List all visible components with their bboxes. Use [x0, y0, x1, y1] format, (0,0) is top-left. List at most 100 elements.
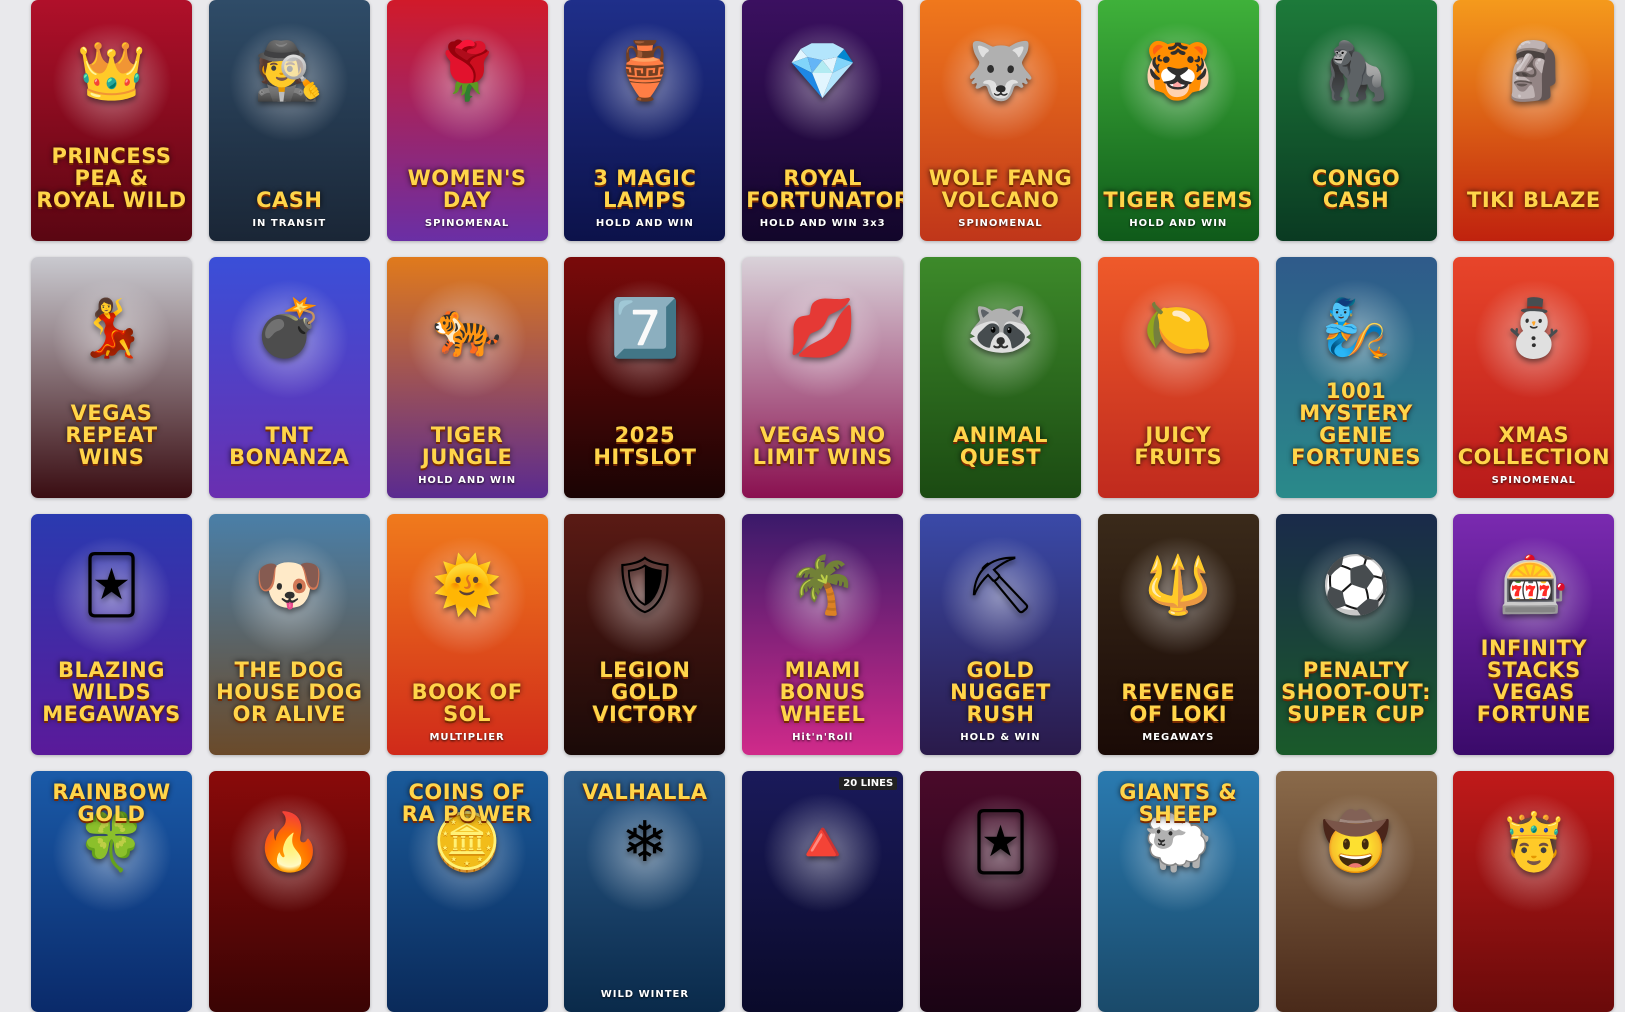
- shield-icon: 🛡: [609, 553, 681, 619]
- game-tile[interactable]: 🕵 CASH IN TRANSIT: [208, 0, 370, 241]
- game-subtitle: MULTIPLIER: [429, 732, 505, 743]
- gorilla-icon: 🦍: [1321, 39, 1391, 105]
- game-tile[interactable]: 🐯 TIGER GEMS HOLD AND WIN: [1097, 0, 1259, 241]
- game-grid: 👑 PRINCESS PEA & ROYAL WILD 🕵 CASH IN TRANSI…: [31, 0, 1615, 1012]
- palm-icon: 🌴: [787, 553, 858, 619]
- game-title: 2025 HITSLOT: [593, 422, 697, 469]
- game-tile[interactable]: 🤠: [1275, 771, 1437, 1012]
- game-title: Juicy Fruits: [1134, 422, 1223, 469]
- game-tile[interactable]: 7️⃣ 2025 HITSLOT: [564, 257, 726, 498]
- wolf-icon: 🐺: [965, 39, 1036, 105]
- game-tile[interactable]: 🃏 BLAZING WILDS MEGAWAYS: [31, 514, 192, 755]
- game-tile[interactable]: 💣 TNT BONANZA: [208, 257, 370, 498]
- game-tile[interactable]: 🤴: [1453, 771, 1615, 1012]
- detective-icon: 🕵: [254, 39, 325, 105]
- game-tile[interactable]: 🍀 Rainbow Gold: [31, 771, 192, 1012]
- game-tile[interactable]: 🃏: [919, 771, 1081, 1012]
- game-title: BLAZING WILDS MEGAWAYS: [42, 657, 181, 726]
- game-subtitle: SPINOMENAL: [958, 218, 1043, 229]
- diamond-icon: 💎: [787, 39, 858, 105]
- game-tile[interactable]: 🌞 BOOK OF SOL MULTIPLIER: [386, 514, 548, 755]
- game-title: WOMEN'S DAY: [407, 165, 527, 212]
- game-tile[interactable]: 🐑 Giants & Sheep: [1097, 771, 1259, 1012]
- game-tile[interactable]: 💎 ROYAL FORTUNATOR HOLD AND WIN 3x3: [742, 0, 904, 241]
- game-subtitle: SPINOMENAL: [424, 218, 510, 229]
- game-tile[interactable]: ⛏ Gold Nugget Rush HOLD & WIN: [919, 514, 1081, 755]
- jester-icon: 🃏: [82, 553, 141, 619]
- game-tile[interactable]: 🛡 LEGION GOLD VICTORY: [564, 514, 726, 755]
- game-title: TNT BONANZA: [229, 422, 350, 469]
- snowflake-icon: ❄: [621, 810, 669, 876]
- genie-icon: 🧞: [1321, 296, 1391, 362]
- fire-icon: 🔥: [254, 810, 325, 876]
- king-icon: 🤴: [1499, 810, 1569, 876]
- game-tile[interactable]: 🦍 CONGO CASH: [1275, 0, 1437, 241]
- game-tile[interactable]: 🐺 WOLF FANG VOLCANO SPINOMENAL: [919, 0, 1081, 241]
- game-title: CONGO CASH: [1311, 165, 1401, 212]
- game-subtitle: HOLD AND WIN 3x3: [759, 218, 886, 229]
- game-title: Giants & Sheep: [1119, 780, 1238, 827]
- game-title: INFINITY STACKS Vegas Fortune: [1476, 635, 1591, 726]
- game-subtitle: HOLD AND WIN: [418, 475, 517, 486]
- game-tile[interactable]: 🗿 TIKI BLAZE: [1453, 0, 1615, 241]
- triangle-icon: 🔺: [787, 810, 858, 876]
- trident-icon: 🔱: [1143, 553, 1214, 619]
- jester-icon: 🃏: [971, 810, 1030, 876]
- game-tile[interactable]: 🪙 COINS OF RA POWER: [386, 771, 548, 1012]
- tiger-icon: 🐅: [432, 296, 502, 362]
- game-tile[interactable]: 🦝 ANIMAL QUEST: [919, 257, 1081, 498]
- game-title: REVENGE OF LOKI: [1121, 679, 1236, 726]
- game-tile[interactable]: 🐶 THE DOG HOUSE DOG OR ALIVE: [208, 514, 370, 755]
- crown-icon: 👑: [76, 39, 147, 105]
- seven-icon: 7️⃣: [610, 296, 680, 362]
- pickaxe-icon: ⛏: [964, 553, 1037, 619]
- game-tile[interactable]: 💃 VEGAS REPEAT WINS: [31, 257, 192, 498]
- game-title: THE DOG HOUSE DOG OR ALIVE: [216, 657, 363, 726]
- game-subtitle: HOLD AND WIN: [1129, 218, 1228, 229]
- rose-icon: 🌹: [432, 39, 502, 105]
- game-subtitle: HOLD AND WIN: [595, 218, 694, 229]
- game-title: ROYAL FORTUNATOR: [746, 165, 904, 212]
- game-tile[interactable]: 🎰 INFINITY STACKS Vegas Fortune: [1453, 514, 1615, 755]
- snowman-icon: ⛄: [1499, 296, 1569, 362]
- game-tile[interactable]: 🔱 REVENGE OF LOKI MEGAWAYS: [1097, 514, 1259, 755]
- game-title: TIGER GEMS: [1103, 187, 1254, 212]
- game-tile[interactable]: 🌴 MIAMI BONUS WHEEL Hit'n'Roll: [742, 514, 904, 755]
- game-title: 3 Magic Lamps: [593, 165, 697, 212]
- game-title: Gold Nugget Rush: [950, 657, 1051, 726]
- game-title: PRINCESS PEA & ROYAL WILD: [36, 143, 187, 212]
- game-title: COINS OF RA POWER: [401, 780, 533, 827]
- game-subtitle: IN TRANSIT: [252, 218, 327, 229]
- game-tile[interactable]: ⛄ XMAS COLLECTION SPINOMENAL: [1453, 257, 1615, 498]
- game-tile[interactable]: 🧞 1001 Mystery Genie Fortunes: [1275, 257, 1437, 498]
- game-title: VALHALLA: [582, 780, 708, 804]
- game-title: 1001 Mystery Genie Fortunes: [1291, 378, 1421, 469]
- tiger-icon: 🐯: [1143, 39, 1214, 105]
- cowboy-icon: 🤠: [1321, 810, 1391, 876]
- tiki-icon: 🗿: [1499, 39, 1569, 105]
- game-title: VEGAS REPEAT WINS: [65, 400, 158, 469]
- game-tile[interactable]: 🌹 WOMEN'S DAY SPINOMENAL: [386, 0, 548, 241]
- game-tile[interactable]: 🐅 TIGER JUNGLE HOLD AND WIN: [386, 257, 548, 498]
- game-tile[interactable]: ⚽ PENALTY SHOOT-OUT: SUPER CUP: [1275, 514, 1437, 755]
- game-tile[interactable]: ❄ VALHALLA WILD WINTER: [564, 771, 726, 1012]
- game-title: TIGER JUNGLE: [421, 422, 513, 469]
- game-subtitle: WILD WINTER: [600, 989, 690, 1000]
- game-tile[interactable]: 💋 VEGAS NO LIMIT WINS: [742, 257, 904, 498]
- game-tile[interactable]: 🍋 Juicy Fruits: [1097, 257, 1259, 498]
- lines-badge: 20 LINES: [839, 777, 898, 790]
- game-title: XMAS COLLECTION: [1457, 422, 1611, 469]
- game-subtitle: MEGAWAYS: [1142, 732, 1215, 743]
- red-panda-icon: 🦝: [965, 296, 1036, 362]
- game-title: PENALTY SHOOT-OUT: SUPER CUP: [1281, 657, 1431, 726]
- game-tile[interactable]: 🔥: [208, 771, 370, 1012]
- game-title: ANIMAL QUEST: [952, 422, 1049, 469]
- game-subtitle: Hit'n'Roll: [792, 732, 854, 743]
- game-title: VEGAS NO LIMIT WINS: [752, 422, 893, 469]
- game-tile[interactable]: 🏺 3 Magic Lamps HOLD AND WIN: [564, 0, 726, 241]
- game-tile[interactable]: 👑 PRINCESS PEA & ROYAL WILD: [31, 0, 192, 241]
- dog-icon: 🐶: [254, 553, 325, 619]
- game-tile[interactable]: 🔺 20 LINES: [742, 771, 904, 1012]
- slot-icon: 🎰: [1499, 553, 1569, 619]
- showgirl-icon: 💃: [76, 296, 147, 362]
